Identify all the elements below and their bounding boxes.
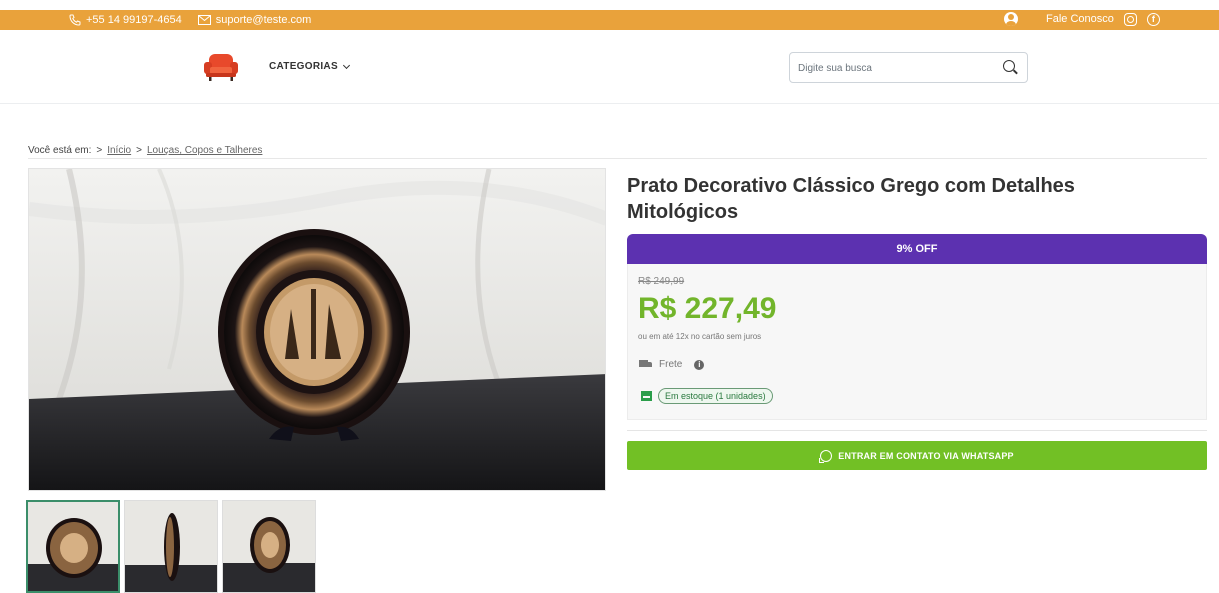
breadcrumb-separator: >: [96, 145, 103, 156]
breadcrumb-prefix: Você está em:: [28, 145, 92, 156]
categories-menu[interactable]: CATEGORIAS: [269, 61, 350, 72]
whatsapp-contact-button[interactable]: ENTRAR EM CONTATO VIA WHATSAPP: [627, 441, 1207, 470]
divider: [28, 158, 1207, 159]
categories-label: CATEGORIAS: [269, 61, 338, 72]
top-bar: +55 14 99197-4654 suporte@teste.com Fale…: [0, 10, 1219, 30]
breadcrumb-category-link[interactable]: Louças, Copos e Talheres: [147, 145, 262, 156]
topbar-actions: Fale Conosco f: [1004, 12, 1160, 26]
product-title: Prato Decorativo Clássico Grego com Deta…: [627, 175, 1075, 223]
user-account-icon[interactable]: [1004, 12, 1018, 26]
whatsapp-icon: [819, 449, 833, 463]
product-main-image[interactable]: [28, 168, 606, 491]
search-icon[interactable]: [1003, 60, 1015, 72]
email-address[interactable]: suporte@teste.com: [216, 14, 312, 26]
phone-number[interactable]: +55 14 99197-4654: [86, 14, 182, 26]
phone-icon: [68, 13, 82, 27]
breadcrumb: Você está em: > Início > Louças, Copos e…: [28, 145, 262, 156]
contact-link[interactable]: Fale Conosco: [1046, 13, 1114, 25]
product-thumbnail[interactable]: [222, 500, 316, 593]
price-box: R$ 249,99 R$ 227,49 ou em até 12x no car…: [627, 264, 1207, 420]
installments-text: ou em até 12x no cartão sem juros: [638, 332, 762, 341]
site-header: CATEGORIAS: [0, 30, 1219, 104]
discount-badge: 9% OFF: [627, 234, 1207, 264]
facebook-icon[interactable]: f: [1146, 12, 1160, 26]
product-thumbnail[interactable]: [124, 500, 218, 593]
stock-row: Em estoque (1 unidades): [641, 388, 773, 404]
shipping-row: Frete i: [639, 359, 705, 370]
divider: [627, 430, 1207, 431]
contact-info: +55 14 99197-4654 suporte@teste.com: [68, 13, 311, 27]
search-input[interactable]: [798, 59, 988, 77]
chevron-down-icon: [342, 61, 350, 69]
mail-icon: [198, 13, 212, 27]
breadcrumb-home-link[interactable]: Início: [107, 145, 131, 156]
info-icon[interactable]: i: [694, 359, 705, 370]
thumbnail-strip: [26, 500, 316, 593]
shipping-label: Frete: [659, 359, 683, 370]
current-price: R$ 227,49: [638, 292, 777, 325]
breadcrumb-separator: >: [136, 145, 142, 156]
product-thumbnail[interactable]: [26, 500, 120, 593]
whatsapp-button-label: ENTRAR EM CONTATO VIA WHATSAPP: [838, 450, 1014, 461]
armchair-logo-icon[interactable]: [203, 52, 239, 82]
original-price: R$ 249,99: [638, 276, 685, 287]
store-icon: [641, 391, 652, 401]
stock-badge: Em estoque (1 unidades): [658, 388, 773, 404]
truck-icon: [639, 359, 653, 370]
instagram-icon[interactable]: [1123, 12, 1137, 26]
search-box: [789, 52, 1028, 83]
